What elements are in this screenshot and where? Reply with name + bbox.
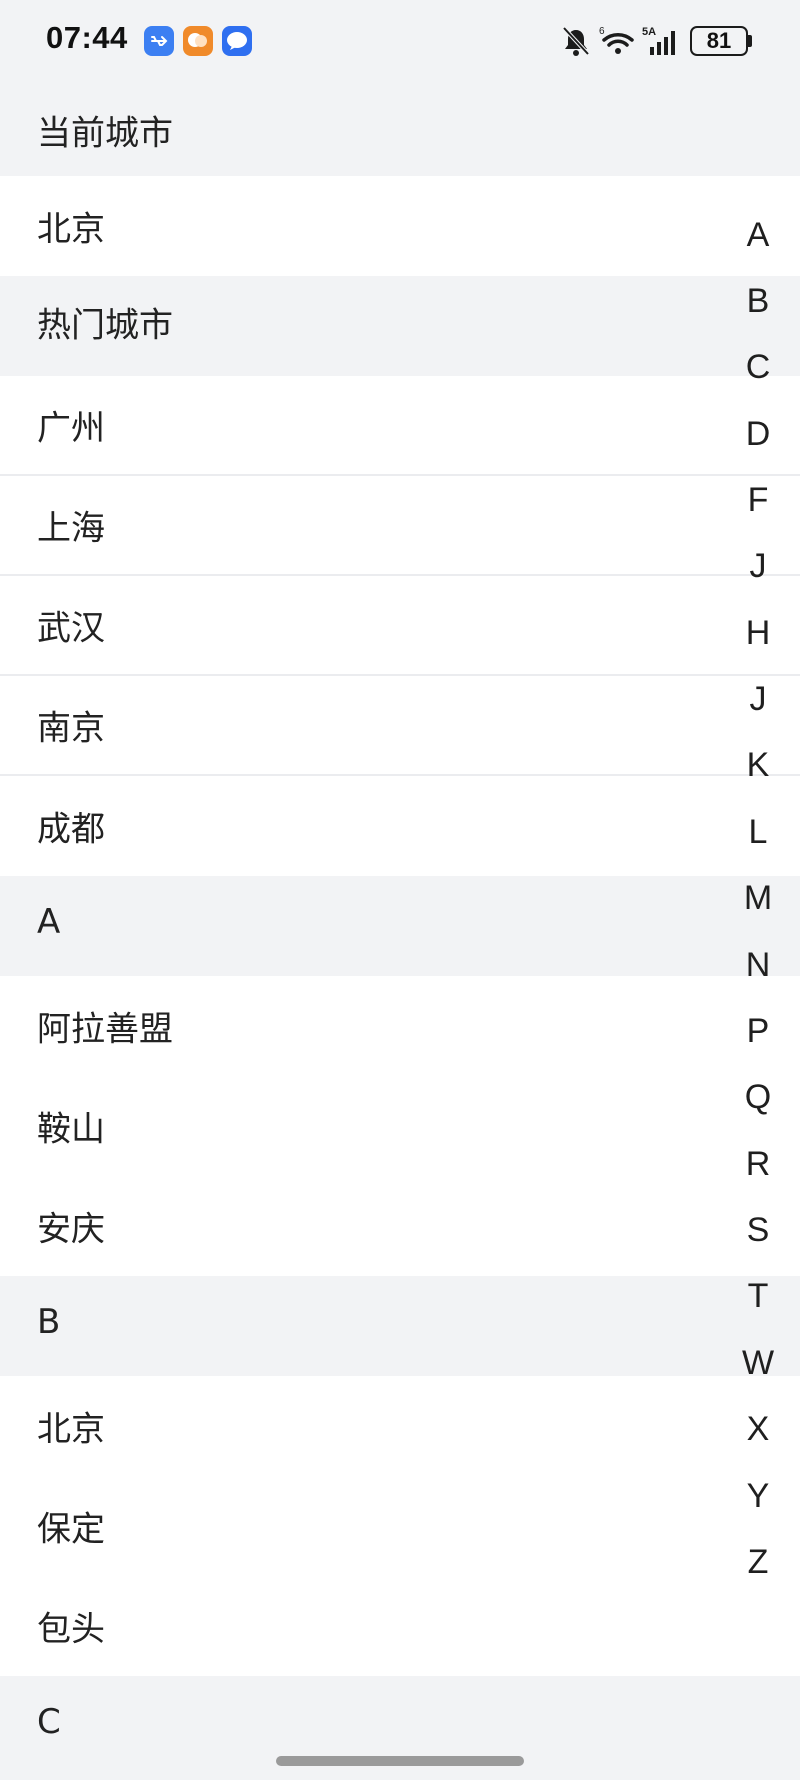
section-title: B — [37, 1302, 61, 1342]
index-letter[interactable]: J — [738, 679, 778, 719]
city-name: 安庆 — [37, 1209, 105, 1250]
hot-city-row[interactable]: 上海 — [0, 476, 800, 576]
section-header-a: A — [0, 876, 800, 968]
city-name: 广州 — [37, 408, 105, 449]
hot-city-row[interactable]: 南京 — [0, 676, 800, 776]
bell-off-icon — [562, 26, 590, 56]
current-city-row[interactable]: 北京 — [0, 176, 800, 276]
hot-city-row[interactable]: 广州 — [0, 376, 800, 476]
usb-icon — [144, 26, 174, 56]
index-letter[interactable]: M — [738, 878, 778, 918]
city-row[interactable]: 安庆 — [0, 1176, 800, 1276]
section-title: 热门城市 — [37, 305, 173, 346]
index-letter[interactable]: A — [738, 215, 778, 255]
city-name: 北京 — [37, 209, 105, 250]
svg-text:5A: 5A — [642, 26, 656, 38]
index-letter[interactable]: B — [738, 281, 778, 321]
wifi-icon: 6 — [599, 26, 634, 54]
city-name: 上海 — [37, 508, 105, 549]
city-name: 保定 — [37, 1509, 105, 1550]
city-name: 阿拉善盟 — [37, 1009, 173, 1050]
battery-tip — [748, 35, 752, 47]
index-letter[interactable]: J — [738, 546, 778, 586]
orange-chat-icon — [183, 26, 213, 56]
city-row[interactable]: 阿拉善盟 — [0, 976, 800, 1076]
city-name: 武汉 — [37, 608, 105, 649]
index-letter[interactable]: Z — [738, 1542, 778, 1582]
battery-icon: 81 — [690, 26, 748, 56]
message-icon — [222, 26, 252, 56]
index-letter[interactable]: Q — [738, 1077, 778, 1117]
city-name: 鞍山 — [37, 1109, 105, 1150]
index-letter[interactable]: F — [738, 480, 778, 520]
hot-city-row[interactable]: 武汉 — [0, 576, 800, 676]
status-time: 07:44 — [46, 20, 128, 55]
index-letter[interactable]: P — [738, 1011, 778, 1051]
city-row[interactable]: 北京 — [0, 1376, 800, 1476]
city-name: 北京 — [37, 1409, 105, 1450]
index-letter[interactable]: T — [738, 1276, 778, 1316]
city-row[interactable]: 保定 — [0, 1476, 800, 1576]
index-letter[interactable]: Y — [738, 1476, 778, 1516]
index-letter[interactable]: X — [738, 1409, 778, 1449]
section-title: 当前城市 — [37, 113, 173, 154]
svg-text:6: 6 — [599, 26, 605, 37]
status-bar: 07:44 6 5A 81 — [0, 0, 800, 84]
section-header-c: C — [0, 1676, 800, 1768]
city-name: 包头 — [37, 1609, 105, 1650]
index-letter[interactable]: R — [738, 1144, 778, 1184]
signal-icon: 5A — [642, 26, 675, 55]
city-name: 成都 — [37, 809, 105, 850]
index-letter[interactable]: L — [738, 812, 778, 852]
index-letter[interactable]: C — [738, 347, 778, 387]
city-row[interactable]: 包头 — [0, 1576, 800, 1676]
index-letter[interactable]: N — [738, 945, 778, 985]
section-header-current-city: 当前城市 — [0, 84, 800, 176]
home-indicator[interactable] — [276, 1756, 524, 1766]
section-header-hot-cities: 热门城市 — [0, 276, 800, 368]
section-title: C — [37, 1702, 61, 1742]
alphabet-index-bar[interactable]: A B C D F J H J K L M N P Q R S T W X Y … — [738, 200, 778, 1582]
index-letter[interactable]: K — [738, 745, 778, 785]
index-letter[interactable]: S — [738, 1210, 778, 1250]
index-letter[interactable]: H — [738, 613, 778, 653]
city-name: 南京 — [37, 708, 105, 749]
section-header-b: B — [0, 1276, 800, 1368]
section-title: A — [37, 902, 61, 942]
index-letter[interactable]: D — [738, 414, 778, 454]
city-row[interactable]: 鞍山 — [0, 1076, 800, 1176]
battery-level: 81 — [706, 28, 732, 53]
hot-city-row[interactable]: 成都 — [0, 776, 800, 876]
index-letter[interactable]: W — [738, 1343, 778, 1383]
